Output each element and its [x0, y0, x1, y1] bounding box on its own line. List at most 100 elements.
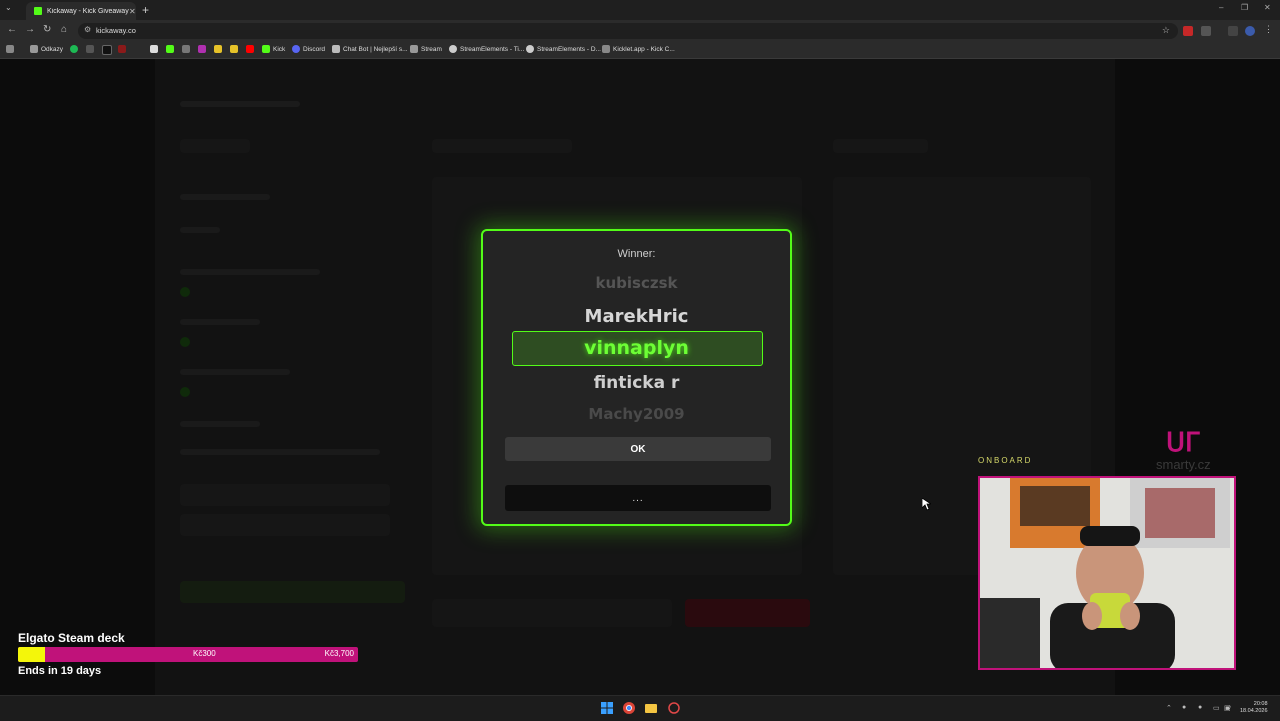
goal-target: Kč3,700: [324, 649, 354, 658]
kick-icon: [262, 45, 270, 53]
discord-icon: [292, 45, 300, 53]
kicklet-icon: [602, 45, 610, 53]
roll-name-faded: Machy2009: [588, 405, 685, 423]
winner-name: vinnaplyn: [584, 337, 689, 359]
bookmark-discord[interactable]: Discord: [292, 45, 325, 53]
bookmark-youtube-icon[interactable]: [246, 45, 254, 53]
folder-icon: [30, 45, 38, 53]
bookmark-stream[interactable]: Stream: [410, 45, 442, 53]
chatbot-icon: [332, 45, 340, 53]
bookmark-app8-icon[interactable]: [230, 45, 238, 53]
extension-icon[interactable]: [1183, 26, 1193, 36]
media-icon[interactable]: [1228, 26, 1238, 36]
goal-progress-bar: Kč300 Kč3,700: [18, 647, 358, 662]
roll-name: finticka r: [593, 373, 680, 393]
bookmark-spotify-icon[interactable]: [70, 45, 78, 53]
folder-icon: [410, 45, 418, 53]
home-icon[interactable]: ⌂: [61, 24, 67, 35]
ghost-line: [180, 319, 260, 325]
tab-strip: ⌄ Kickaway - Kick Giveaway Tool ✕ + – ❐ …: [0, 0, 1280, 20]
goal-progress-fill: [18, 647, 46, 662]
file-explorer-icon[interactable]: [645, 702, 657, 714]
bookmarks-bar: Odkazy Kick Discord Chat Bot | Nejlepší …: [0, 42, 1280, 59]
goal-ends: Ends in 19 days: [18, 665, 102, 677]
winner-modal: Winner: kubisczsk MarekHric vinnaplyn fi…: [481, 229, 792, 526]
tab-search-icon[interactable]: ⌄: [5, 3, 12, 12]
menu-icon[interactable]: ⋮: [1264, 24, 1274, 34]
webcam-image: [980, 478, 1234, 668]
restore-icon[interactable]: ❐: [1241, 3, 1248, 12]
bookmark-streamelements-1[interactable]: StreamElements - Ti...: [449, 45, 524, 53]
ghost-brand: [180, 101, 300, 107]
browser-toolbar: ← → ↻ ⌂ ⚙ kickaway.co ☆ ⋮: [0, 20, 1280, 42]
bookmark-star-icon[interactable]: ☆: [1162, 25, 1170, 36]
address-url: kickaway.co: [96, 26, 136, 35]
roll-name: MarekHric: [584, 306, 689, 327]
ghost-line: [180, 269, 320, 275]
bookmark-streamelements-2[interactable]: StreamElements - D...: [526, 45, 601, 53]
bookmark-app5-icon[interactable]: [182, 45, 190, 53]
close-window-icon[interactable]: ✕: [1264, 3, 1271, 12]
mouse-cursor-icon: [922, 498, 931, 511]
bookmark-app2-icon[interactable]: [118, 45, 126, 53]
ghost-line: [180, 449, 380, 455]
address-bar[interactable]: ⚙ kickaway.co ☆: [78, 23, 1178, 39]
forward-icon[interactable]: →: [25, 24, 35, 35]
bookmark-app3-icon[interactable]: [150, 45, 158, 53]
ghost-participants-heading: [432, 139, 572, 153]
streamelements-icon: [449, 45, 457, 53]
new-tab-icon[interactable]: +: [142, 3, 149, 17]
bookmark-app-icon[interactable]: [86, 45, 94, 53]
ghost-toggle: [180, 287, 190, 297]
bookmark-app7-icon[interactable]: [214, 45, 222, 53]
ok-button[interactable]: OK: [505, 437, 771, 461]
tray-volume-icon[interactable]: ♪: [1228, 704, 1232, 711]
chrome-icon[interactable]: [623, 702, 635, 714]
ghost-input: [180, 514, 390, 536]
start-icon[interactable]: [601, 702, 613, 714]
ghost-toggle: [180, 337, 190, 347]
ghost-line: [180, 194, 270, 200]
goal-title: Elgato Steam deck: [18, 631, 125, 645]
tray-app2-icon[interactable]: ●: [1198, 704, 1202, 711]
apps-icon[interactable]: [6, 45, 14, 53]
system-clock[interactable]: 20:08 18.04.2026: [1240, 701, 1268, 715]
bookmark-chatbot[interactable]: Chat Bot | Nejlepší s...: [332, 45, 408, 53]
close-tab-icon[interactable]: ✕: [129, 7, 136, 16]
roll-name-faded: kubisczsk: [595, 274, 678, 292]
ghost-line: [180, 369, 290, 375]
extensions-puzzle-icon[interactable]: [1201, 26, 1211, 36]
ghost-input: [180, 484, 390, 506]
ghost-winners-heading: [833, 139, 928, 153]
minimize-icon[interactable]: –: [1219, 3, 1223, 12]
app-icon[interactable]: [668, 702, 680, 714]
tray-app-icon[interactable]: ●: [1182, 704, 1186, 711]
bookmark-app6-icon[interactable]: [198, 45, 206, 53]
tray-chevron-icon[interactable]: ⌃: [1166, 704, 1172, 712]
bookmark-odkazy[interactable]: Odkazy: [30, 45, 63, 53]
streamelements-icon: [526, 45, 534, 53]
tray-app3-icon[interactable]: ▭: [1213, 704, 1220, 712]
more-button[interactable]: ...: [505, 485, 771, 511]
clock-date: 18.04.2026: [1240, 708, 1268, 714]
clock-time: 20:08: [1253, 701, 1268, 707]
bookmark-x-icon[interactable]: [102, 45, 112, 55]
webcam-frame: [978, 476, 1236, 670]
back-icon[interactable]: ←: [7, 24, 17, 35]
reload-icon[interactable]: ↻: [43, 24, 51, 35]
sponsor-logo-icon: ᑌᒥ: [1166, 427, 1200, 457]
winner-label: Winner:: [617, 248, 656, 260]
active-tab[interactable]: Kickaway - Kick Giveaway Tool ✕: [26, 2, 136, 20]
site-info-icon[interactable]: ⚙: [84, 25, 91, 34]
ghost-line: [180, 227, 220, 233]
ghost-button: [180, 581, 405, 603]
bookmark-app4-icon[interactable]: [166, 45, 174, 53]
bookmark-kicklet[interactable]: Kicklet.app - Kick C...: [602, 45, 675, 53]
goal-current: Kč300: [193, 649, 216, 658]
profile-avatar[interactable]: [1245, 26, 1255, 36]
ghost-line: [180, 421, 260, 427]
ghost-button: [432, 599, 672, 627]
os-taskbar: ⌃ ● ● ▭ ▣ ♪ 20:08 18.04.2026: [0, 695, 1280, 721]
ghost-toggle: [180, 387, 190, 397]
bookmark-kick[interactable]: Kick: [262, 45, 285, 53]
